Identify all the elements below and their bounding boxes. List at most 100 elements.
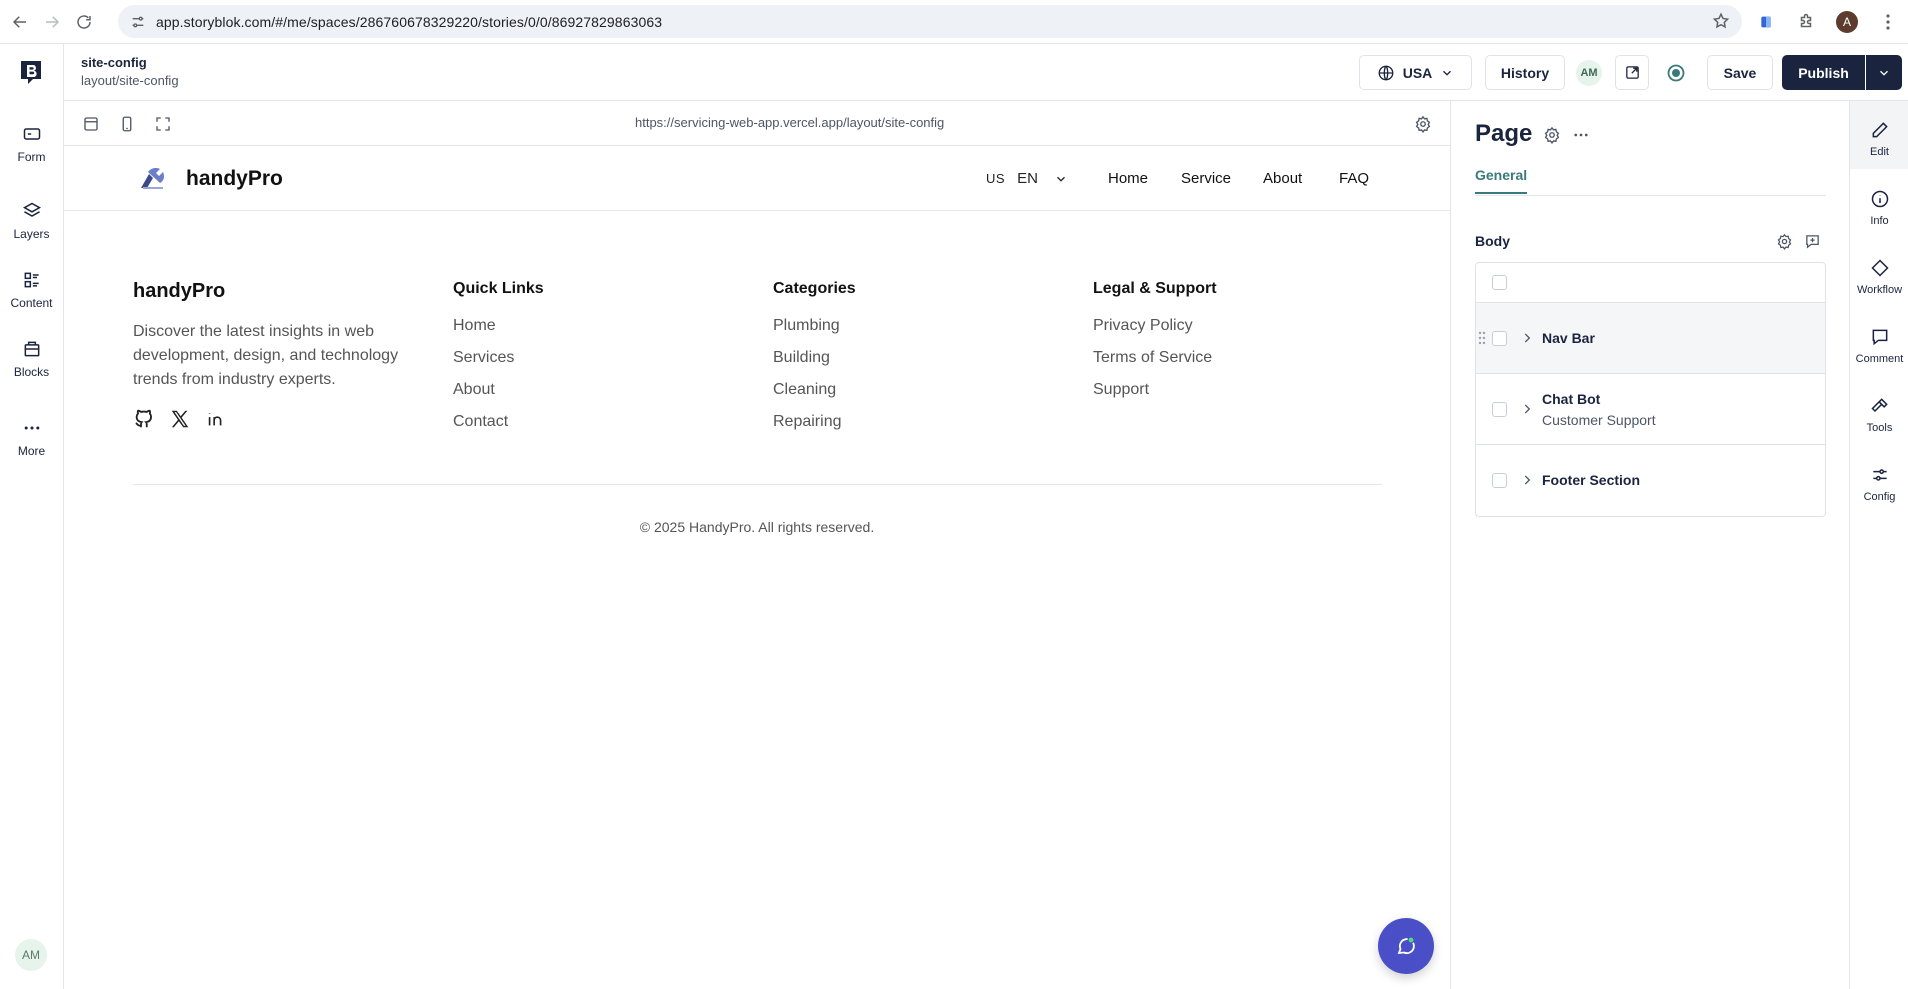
footer-column-title: Quick Links	[453, 280, 544, 297]
storyblok-logo-icon[interactable]	[19, 60, 43, 86]
rail-item-form[interactable]: Form	[0, 124, 63, 164]
mobile-view-icon[interactable]	[118, 115, 136, 133]
browser-menu-icon[interactable]	[1876, 10, 1900, 34]
rail-item-tools[interactable]: Tools	[1850, 396, 1908, 434]
block-checkbox[interactable]	[1492, 402, 1507, 417]
footer-column-title: Categories	[773, 280, 856, 297]
forward-icon[interactable]	[40, 10, 64, 34]
save-button[interactable]: Save	[1707, 55, 1773, 90]
x-twitter-icon[interactable]	[169, 408, 191, 430]
body-settings-gear-icon[interactable]	[1776, 233, 1793, 250]
footer-link[interactable]: Services	[453, 348, 544, 380]
more-options-icon[interactable]	[1572, 126, 1590, 144]
rail-item-content[interactable]: Content	[0, 270, 63, 310]
diamond-icon	[1870, 258, 1890, 278]
drag-handle-icon[interactable]	[1478, 331, 1486, 345]
left-sidebar: Form Layers Content Blocks More AM	[0, 44, 64, 989]
footer-link[interactable]: Contact	[453, 412, 544, 444]
social-links	[133, 408, 241, 430]
body-field-label: Body	[1475, 233, 1510, 249]
chevron-right-icon[interactable]	[1520, 402, 1534, 416]
reload-icon[interactable]	[72, 10, 96, 34]
rail-item-info[interactable]: Info	[1850, 189, 1908, 227]
story-slug: layout/site-config	[81, 73, 179, 88]
desktop-view-icon[interactable]	[82, 115, 100, 133]
footer-link[interactable]: Building	[773, 348, 856, 380]
site-language-selector[interactable]: US EN	[986, 170, 1068, 187]
block-checkbox[interactable]	[1492, 331, 1507, 346]
language-selector[interactable]: USA	[1359, 55, 1472, 90]
preview-settings-gear-icon[interactable]	[1414, 115, 1432, 133]
footer-link[interactable]: Plumbing	[773, 316, 856, 348]
tab-general[interactable]: General	[1475, 167, 1528, 194]
publish-button[interactable]: Publish	[1782, 55, 1865, 90]
address-bar[interactable]: app.storyblok.com/#/me/spaces/2867606783…	[118, 5, 1742, 38]
history-button[interactable]: History	[1485, 55, 1565, 90]
extension-icon[interactable]	[1754, 10, 1778, 34]
rail-item-label: Tools	[1866, 422, 1893, 434]
site-nav-faq[interactable]: FAQ	[1339, 170, 1369, 187]
site-brand-name[interactable]: handyPro	[186, 167, 283, 191]
block-row-nav-bar[interactable]: Nav Bar	[1476, 303, 1825, 374]
chevron-right-icon[interactable]	[1520, 473, 1534, 487]
block-name: Footer Section	[1542, 472, 1641, 488]
info-icon	[1870, 189, 1890, 209]
rail-item-label: Layers	[13, 227, 50, 241]
rail-item-edit[interactable]: Edit	[1850, 101, 1908, 169]
footer-link[interactable]: Terms of Service	[1093, 348, 1217, 380]
block-row-chat-bot[interactable]: Chat Bot Customer Support	[1476, 374, 1825, 445]
chat-bot-button[interactable]	[1378, 918, 1434, 974]
back-icon[interactable]	[8, 10, 32, 34]
rail-item-config[interactable]: Config	[1850, 465, 1908, 503]
block-row-footer-section[interactable]: Footer Section	[1476, 445, 1825, 516]
tab-divider	[1475, 195, 1826, 196]
footer-column-quick-links: Quick Links Home Services About Contact	[453, 280, 544, 444]
block-checkbox[interactable]	[1492, 473, 1507, 488]
page-settings-gear-icon[interactable]	[1543, 126, 1561, 144]
footer-link[interactable]: Cleaning	[773, 380, 856, 412]
footer-link[interactable]: Repairing	[773, 412, 856, 444]
site-nav-about[interactable]: About	[1263, 170, 1302, 187]
open-external-button[interactable]	[1615, 55, 1649, 90]
preview-url[interactable]: https://servicing-web-app.vercel.app/lay…	[635, 115, 944, 130]
handypro-logo-icon[interactable]	[139, 166, 167, 190]
extensions-puzzle-icon[interactable]	[1794, 10, 1818, 34]
panel-title: Page	[1475, 120, 1533, 147]
editor-header: site-config layout/site-config USA Histo…	[64, 44, 1908, 101]
add-block-icon[interactable]	[1804, 233, 1821, 250]
chevron-down-icon	[1880, 70, 1888, 76]
block-name: Nav Bar	[1542, 330, 1595, 346]
footer-brand-name: handyPro	[133, 280, 226, 302]
user-avatar[interactable]: AM	[15, 939, 47, 971]
footer-link[interactable]: Support	[1093, 380, 1217, 412]
site-nav-service[interactable]: Service	[1181, 170, 1231, 187]
rail-item-label: Blocks	[13, 365, 50, 379]
site-info-icon[interactable]	[130, 14, 146, 30]
github-icon[interactable]	[133, 408, 155, 430]
layers-icon	[22, 201, 42, 221]
bookmark-star-icon[interactable]	[1712, 12, 1730, 30]
linkedin-icon[interactable]	[205, 408, 227, 430]
chevron-down-icon	[1443, 70, 1452, 76]
fullscreen-icon[interactable]	[154, 115, 172, 133]
footer-link[interactable]: About	[453, 380, 544, 412]
rail-item-label: Config	[1863, 491, 1896, 503]
rail-item-blocks[interactable]: Blocks	[0, 339, 63, 379]
rail-item-layers[interactable]: Layers	[0, 201, 63, 241]
collaborator-avatar[interactable]: AM	[1576, 60, 1602, 86]
footer-link[interactable]: Home	[453, 316, 544, 348]
site-nav-home[interactable]: Home	[1108, 170, 1148, 187]
blocks-icon	[22, 339, 42, 359]
rail-item-comment[interactable]: Comment	[1850, 327, 1908, 365]
status-indicator-icon[interactable]	[1667, 64, 1685, 82]
footer-column-categories: Categories Plumbing Building Cleaning Re…	[773, 280, 856, 444]
rail-item-label: Info	[1870, 215, 1889, 227]
rail-item-workflow[interactable]: Workflow	[1850, 258, 1908, 296]
chevron-right-icon[interactable]	[1520, 331, 1534, 345]
publish-options-button[interactable]	[1866, 55, 1902, 90]
chevron-down-icon	[1056, 176, 1065, 182]
select-all-checkbox[interactable]	[1492, 275, 1507, 290]
browser-profile-avatar[interactable]: A	[1836, 11, 1858, 33]
footer-link[interactable]: Privacy Policy	[1093, 316, 1217, 348]
rail-item-more[interactable]: More	[0, 418, 63, 458]
